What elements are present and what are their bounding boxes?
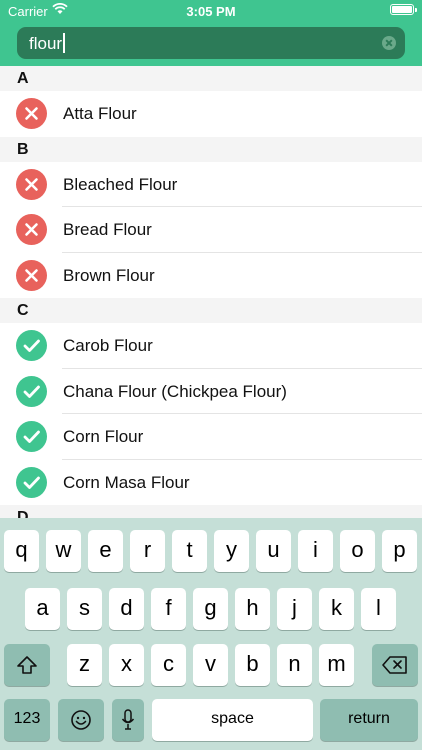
key-p[interactable]: p [382,530,417,572]
list-item-label: Bread Flour [63,220,152,239]
x-icon [16,98,47,129]
list-item-label: Corn Masa Flour [63,472,190,492]
x-icon [16,259,47,291]
key-b[interactable]: b [235,644,270,686]
list-item[interactable]: Carob Flour [0,323,422,369]
delete-key[interactable] [372,644,418,686]
key-i[interactable]: i [298,530,333,572]
ingredient-list[interactable]: A Atta Flour B Bleached Flour Bread Flour Bro… [0,66,422,518]
status-time: 3:05 PM [186,4,236,19]
key-g[interactable]: g [193,588,228,630]
checkmark-icon [16,330,47,361]
checkmark-icon [16,375,47,407]
section-header: B [0,136,422,162]
x-icon [16,168,47,200]
key-j[interactable]: j [277,588,312,630]
key-h[interactable]: h [235,588,270,630]
key-w[interactable]: w [46,530,81,572]
x-icon [16,214,47,245]
list-item[interactable]: Bread Flour [0,207,422,253]
list-item-label: Corn Flour [63,427,144,446]
status-bar: Carrier 3:05 PM [0,0,422,22]
key-x[interactable]: x [109,644,144,686]
list-item-label: Carob Flour [63,336,153,355]
dictation-key[interactable] [112,699,144,741]
key-r[interactable]: r [130,530,165,572]
list-item[interactable]: Chana Flour (Chickpea Flour) [0,368,422,414]
key-s[interactable]: s [67,588,102,630]
key-t[interactable]: t [172,530,207,572]
key-m[interactable]: m [319,644,354,686]
search-input-text: flour [29,33,66,54]
key-c[interactable]: c [151,644,186,686]
keyboard: q w e r t y u i o p a s d f g h j k l z x c v b n m 123 space return [0,518,422,750]
section-header: A [0,66,422,91]
space-key[interactable]: space [152,699,313,741]
search-input[interactable]: flour [17,27,405,59]
key-d[interactable]: d [109,588,144,630]
checkmark-icon [16,466,47,498]
section-header: D [0,505,422,518]
list-item-label: Chana Flour (Chickpea Flour) [63,381,287,401]
section-header: C [0,298,422,323]
key-y[interactable]: y [214,530,249,572]
header: Carrier 3:05 PM flour [0,0,422,66]
list-item[interactable]: Brown Flour [0,252,422,298]
shift-icon [17,656,37,674]
microphone-icon [121,709,135,730]
checkmark-icon [16,421,47,452]
shift-key[interactable] [4,644,50,686]
emoji-key[interactable] [58,699,104,741]
emoji-icon [71,710,91,730]
list-item[interactable]: Bleached Flour [0,161,422,207]
key-q[interactable]: q [4,530,39,572]
backspace-icon [382,656,407,674]
clear-search-icon[interactable] [382,36,396,50]
key-k[interactable]: k [319,588,354,630]
list-item-label: Bleached Flour [63,174,178,194]
battery-icon [390,4,417,15]
key-e[interactable]: e [88,530,123,572]
list-item-label: Atta Flour [63,104,137,123]
return-key[interactable]: return [320,699,418,741]
list-item[interactable]: Corn Masa Flour [0,459,422,505]
list-item[interactable]: Corn Flour [0,414,422,460]
key-f[interactable]: f [151,588,186,630]
text-caret [63,33,66,53]
key-n[interactable]: n [277,644,312,686]
list-item[interactable]: Atta Flour [0,91,422,137]
key-u[interactable]: u [256,530,291,572]
key-l[interactable]: l [361,588,396,630]
key-v[interactable]: v [193,644,228,686]
list-item-label: Brown Flour [63,265,155,285]
key-z[interactable]: z [67,644,102,686]
numbers-key[interactable]: 123 [4,699,50,741]
key-a[interactable]: a [25,588,60,630]
key-o[interactable]: o [340,530,375,572]
